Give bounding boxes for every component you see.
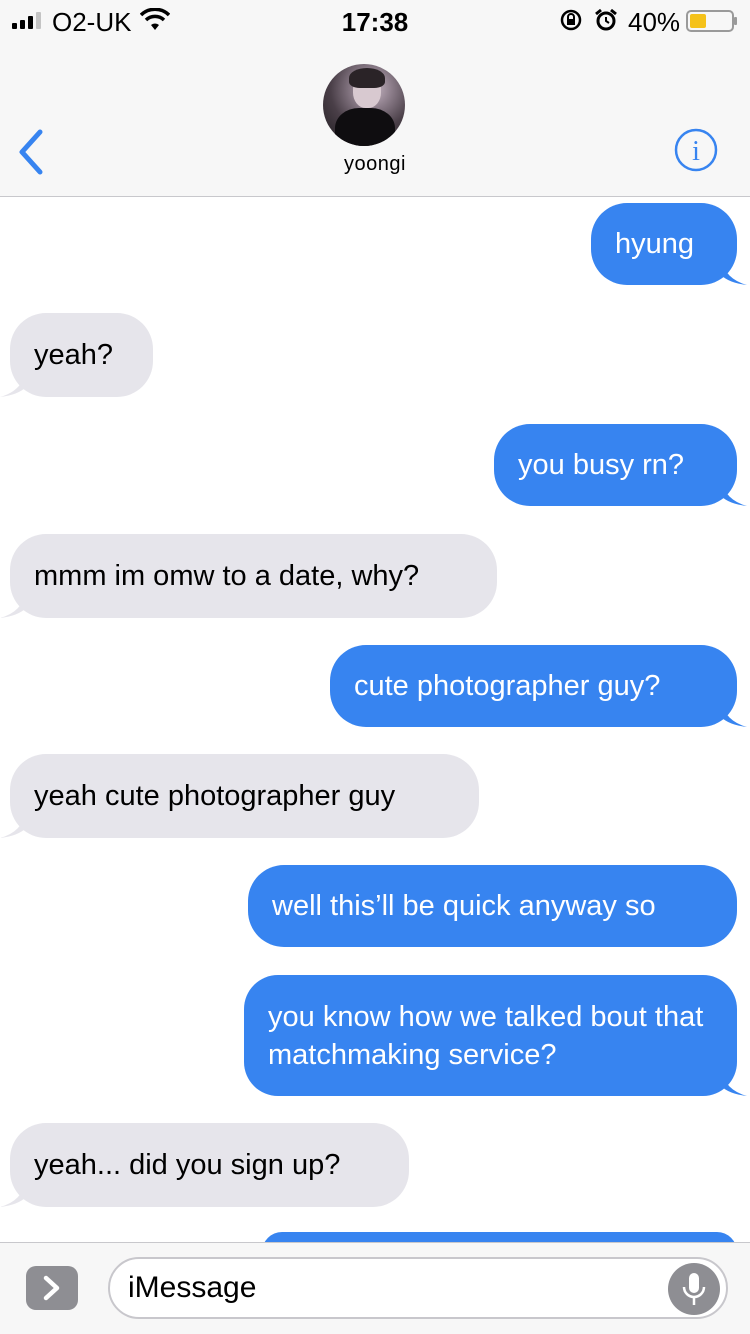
message-bubble-sent[interactable]: well this’ll be quick anyway so [248,865,737,947]
apps-button[interactable] [26,1266,78,1310]
message-bubble-sent[interactable]: you busy rn? [494,424,747,506]
microphone-icon [682,1273,706,1305]
message-text: yeah? [34,339,114,371]
battery-icon [686,10,737,32]
message-input[interactable]: iMessage [108,1257,728,1319]
header: O2-UK 17:38 40% yoongi i [0,0,750,197]
rotation-lock-icon [560,9,582,31]
message-text: yeah cute photographer guy [34,780,396,812]
chevron-right-icon [43,1275,60,1301]
message-bubble-sent[interactable]: you know how we talked bout that matchma… [244,975,747,1096]
message-text: yeah... did you sign up? [34,1149,341,1181]
message-input-placeholder: iMessage [128,1271,257,1304]
composer-bar: iMessage [0,1242,750,1334]
svg-text:i: i [692,136,700,167]
status-bar: O2-UK 17:38 40% [0,0,750,40]
message-text: you know how we talked bout that matchma… [268,1000,704,1071]
message-bubble-sent[interactable]: cute photographer guy? [330,645,747,727]
alarm-icon [595,8,617,31]
message-bubble-sent[interactable]: hyung [591,203,747,285]
battery-percent: 40% [628,7,681,37]
message-text: you busy rn? [518,449,685,481]
message-text: well this’ll be quick anyway so [272,890,656,922]
contact-name[interactable]: yoongi [0,153,750,176]
message-text: hyung [615,228,695,260]
microphone-button[interactable] [668,1263,720,1315]
message-bubble-received[interactable]: yeah? [0,313,153,397]
message-bubble-received[interactable]: yeah... did you sign up? [0,1123,409,1207]
contact-avatar[interactable] [323,64,405,146]
message-bubble-received[interactable]: yeah cute photographer guy [0,754,479,838]
message-text: mmm im omw to a date, why? [34,560,420,592]
message-text: cute photographer guy? [354,670,661,702]
info-icon[interactable]: i [674,128,718,172]
message-bubble-received[interactable]: mmm im omw to a date, why? [0,534,497,618]
